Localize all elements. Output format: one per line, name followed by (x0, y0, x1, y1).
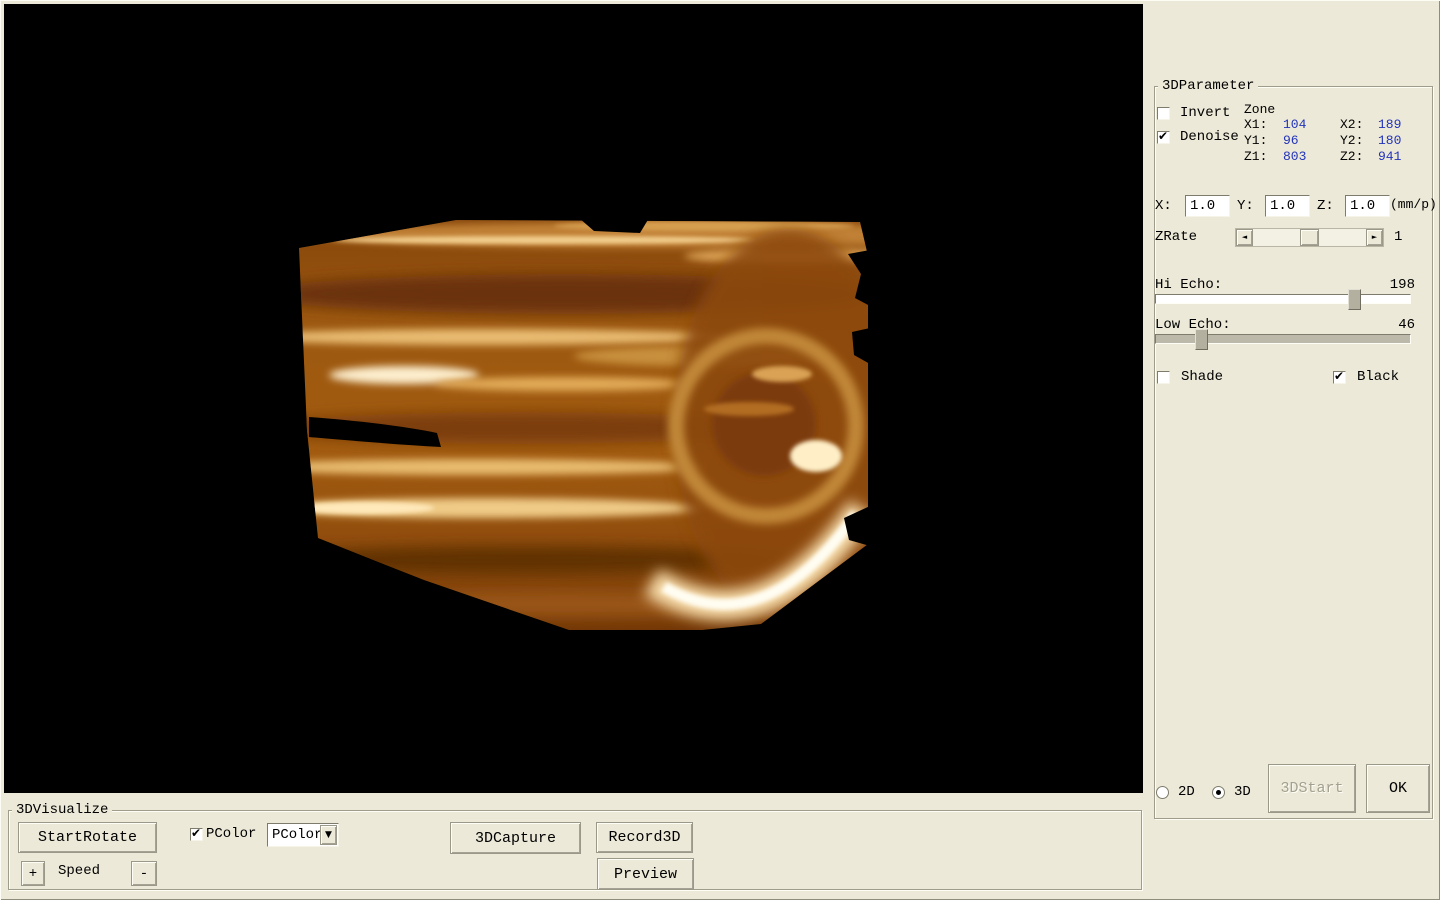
pcolor-combo-value: PColor (272, 827, 322, 843)
zone-x2-value: 189 (1378, 117, 1401, 132)
hi-echo-slider-track[interactable] (1155, 294, 1411, 304)
scale-z-input[interactable] (1345, 195, 1390, 217)
app-window: 3DParameter Invert ✔ Denoise Zone X1: 10… (0, 0, 1440, 900)
pcolor-checkbox[interactable]: ✔ (190, 828, 203, 841)
zrate-scroll-thumb[interactable] (1300, 229, 1319, 246)
black-checkbox[interactable]: ✔ (1333, 371, 1346, 384)
speed-label: Speed (58, 864, 100, 879)
speed-plus-button[interactable]: + (21, 861, 45, 886)
shade-checkbox[interactable] (1157, 371, 1170, 384)
zrate-scroll-right-button[interactable]: ► (1366, 229, 1383, 246)
zone-x2-label: X2: (1340, 117, 1363, 132)
denoise-label: Denoise (1180, 130, 1239, 145)
low-echo-slider-thumb[interactable] (1195, 329, 1208, 350)
zone-y2-value: 180 (1378, 133, 1401, 148)
zone-z1-value: 803 (1283, 149, 1306, 164)
zone-x1-label: X1: (1244, 117, 1267, 132)
start3d-button[interactable]: 3DStart (1268, 764, 1356, 813)
zrate-scrollbar[interactable]: ◄ ► (1235, 228, 1384, 247)
speed-minus-button[interactable]: - (131, 861, 157, 886)
pcolor-label: PColor (206, 827, 256, 842)
preview-button[interactable]: Preview (597, 858, 694, 890)
mode-3d-label: 3D (1234, 785, 1251, 800)
invert-label: Invert (1180, 106, 1230, 121)
invert-checkbox[interactable] (1157, 107, 1170, 120)
3d-viewport[interactable] (4, 4, 1143, 793)
record-button[interactable]: Record3D (596, 822, 693, 853)
mode-2d-radio[interactable] (1156, 786, 1169, 799)
zone-y1-label: Y1: (1244, 133, 1267, 148)
start-rotate-button[interactable]: StartRotate (18, 822, 157, 853)
zrate-value: 1 (1394, 230, 1402, 245)
scale-z-label: Z: (1317, 199, 1334, 214)
scroll-left-icon: ◄ (1242, 233, 1247, 241)
pcolor-combobox[interactable]: PColor ▼ (267, 823, 339, 847)
scale-x-label: X: (1155, 199, 1172, 214)
scroll-right-icon: ► (1372, 233, 1377, 241)
hi-echo-slider-thumb[interactable] (1348, 289, 1361, 310)
ok-button[interactable]: OK (1366, 764, 1430, 813)
chevron-down-icon: ▼ (325, 830, 332, 840)
scale-y-input[interactable] (1265, 195, 1310, 217)
zone-z2-label: Z2: (1340, 149, 1363, 164)
zone-x1-value: 104 (1283, 117, 1306, 132)
low-echo-value: 46 (1375, 318, 1415, 333)
check-icon: ✔ (1158, 129, 1168, 143)
volume-render (4, 4, 1143, 793)
scale-unit-label: (mm/p) (1390, 197, 1437, 212)
denoise-checkbox[interactable]: ✔ (1157, 131, 1170, 144)
hi-echo-label: Hi Echo: (1155, 278, 1222, 293)
zone-title: Zone (1244, 102, 1275, 117)
zone-z1-label: Z1: (1244, 149, 1267, 164)
mode-2d-label: 2D (1178, 785, 1195, 800)
visualize-group-title: 3DVisualize (12, 803, 112, 818)
capture-button[interactable]: 3DCapture (450, 822, 581, 854)
shade-label: Shade (1181, 370, 1223, 385)
combo-dropdown-button[interactable]: ▼ (320, 825, 337, 845)
hi-echo-value: 198 (1375, 278, 1415, 293)
low-echo-label: Low Echo: (1155, 318, 1231, 333)
zrate-scroll-left-button[interactable]: ◄ (1236, 229, 1253, 246)
scale-y-label: Y: (1237, 199, 1254, 214)
radio-dot-icon (1216, 790, 1221, 795)
zone-y1-value: 96 (1283, 133, 1299, 148)
mode-3d-radio[interactable] (1212, 786, 1225, 799)
black-label: Black (1357, 370, 1399, 385)
param-group-title: 3DParameter (1158, 79, 1258, 94)
zrate-label: ZRate (1155, 230, 1197, 245)
check-icon: ✔ (191, 826, 201, 840)
check-icon: ✔ (1334, 369, 1344, 383)
zone-z2-value: 941 (1378, 149, 1401, 164)
scale-x-input[interactable] (1185, 195, 1230, 217)
zone-y2-label: Y2: (1340, 133, 1363, 148)
low-echo-slider-track[interactable] (1155, 334, 1411, 344)
